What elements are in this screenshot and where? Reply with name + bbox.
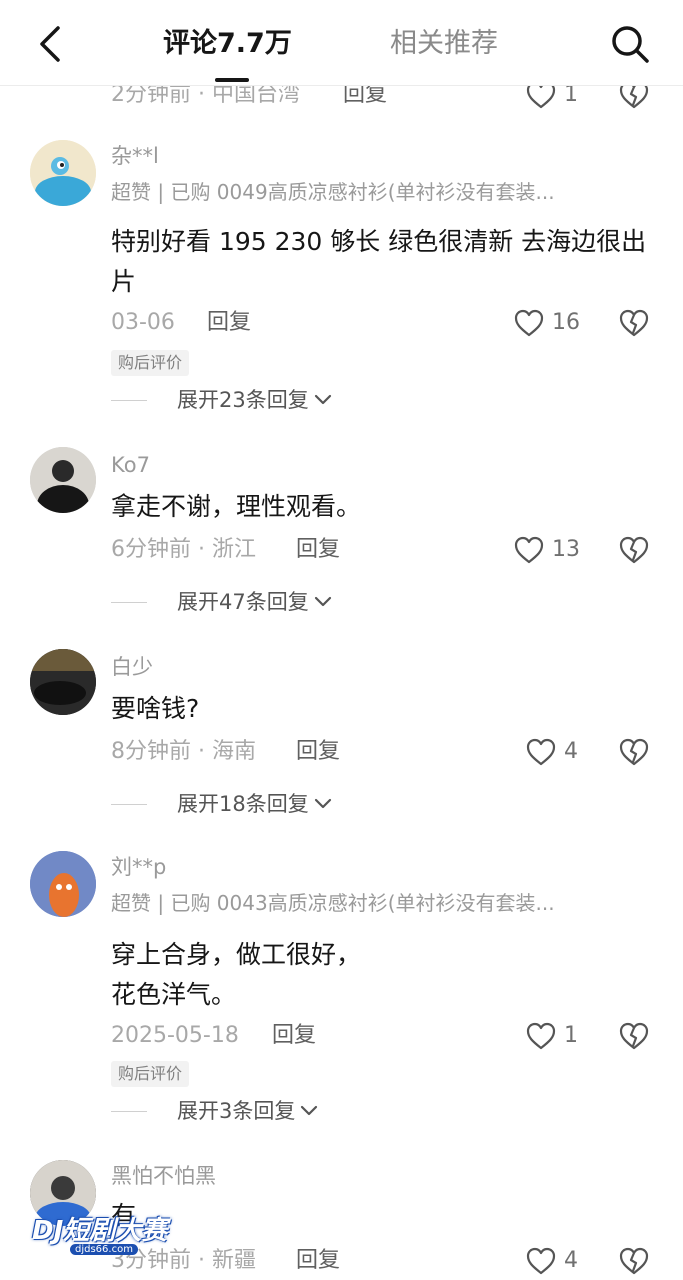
expand-replies-label: 展开47条回复 [177, 590, 309, 614]
heart-icon [514, 536, 544, 564]
watermark-url: djds66.com [70, 1244, 138, 1255]
watermark-text: DJ短剧大赛 [32, 1216, 168, 1246]
like-count: 4 [564, 1248, 578, 1273]
comment-meta: 8分钟前 · 海南 [111, 739, 256, 764]
chevron-down-icon [314, 394, 331, 405]
broken-heart-icon[interactable] [619, 308, 649, 338]
comment-text: 要啥钱? [111, 694, 200, 723]
like-button[interactable]: 16 [514, 308, 580, 338]
comment-text-line: 花色洋气。 [111, 980, 237, 1009]
divider [111, 399, 147, 401]
purchase-info[interactable]: 超赞 | 已购 0049高质凉感衬衫(单衬衫没有套装... [111, 178, 631, 206]
back-button[interactable] [28, 22, 72, 66]
username[interactable]: 杂**l [111, 142, 159, 170]
avatar-image [30, 447, 96, 513]
comment-text: 特别好看 195 230 够长 绿色很清新 去海边很出片 [111, 227, 647, 296]
after-purchase-badge: 购后评价 [111, 1061, 190, 1087]
back-arrow-icon [40, 26, 60, 62]
avatar-image [30, 851, 96, 917]
expand-replies-label: 展开3条回复 [177, 1099, 296, 1123]
avatar[interactable] [30, 140, 96, 206]
search-icon [612, 26, 649, 63]
top-bar: 评论7.7万 相关推荐 [0, 0, 683, 86]
expand-replies-button[interactable]: 展开18条回复 [111, 789, 333, 819]
avatar-image [30, 649, 96, 715]
like-count: 4 [564, 739, 578, 764]
comment-text: 有 [111, 1201, 137, 1230]
like-count: 1 [564, 1023, 578, 1048]
username[interactable]: 白少 [111, 653, 153, 681]
heart-icon [526, 738, 556, 766]
broken-heart-icon[interactable] [619, 1246, 649, 1276]
comment-meta: 03-06 [111, 310, 175, 335]
comment-text: 拿走不谢，理性观看。 [111, 492, 362, 521]
reply-button[interactable]: 回复 [296, 535, 340, 565]
expand-replies-button[interactable]: 展开47条回复 [111, 587, 333, 617]
reply-button[interactable]: 回复 [296, 737, 340, 767]
heart-icon [514, 309, 544, 337]
expand-replies-label: 展开18条回复 [177, 792, 309, 816]
username[interactable]: Ko7 [111, 451, 150, 479]
chevron-down-icon [314, 798, 331, 809]
like-button[interactable]: 4 [526, 1246, 578, 1276]
username[interactable]: 刘**p [111, 853, 166, 881]
like-count: 13 [552, 537, 580, 562]
divider [111, 1110, 147, 1112]
purchase-info[interactable]: 超赞 | 已购 0043高质凉感衬衫(单衬衫没有套装... [111, 889, 631, 917]
watermark-logo: DJ短剧大赛 djds66.com [14, 1206, 174, 1262]
heart-icon [526, 1022, 556, 1050]
active-tab-indicator [215, 78, 249, 82]
username[interactable]: 黑怕不怕黑 [111, 1162, 216, 1190]
like-count: 16 [552, 310, 580, 335]
reply-button[interactable]: 回复 [207, 308, 251, 338]
avatar[interactable] [30, 447, 96, 513]
reply-button[interactable]: 回复 [272, 1021, 316, 1051]
like-button[interactable]: 1 [526, 1021, 578, 1051]
broken-heart-icon[interactable] [619, 1021, 649, 1051]
reply-button[interactable]: 回复 [296, 1246, 340, 1276]
tab-related[interactable]: 相关推荐 [390, 24, 498, 64]
search-button[interactable] [606, 20, 654, 68]
divider [111, 803, 147, 805]
broken-heart-icon[interactable] [619, 535, 649, 565]
tab-comments[interactable]: 评论7.7万 [163, 24, 292, 64]
comment-meta: 6分钟前 · 浙江 [111, 537, 256, 562]
chevron-down-icon [301, 1105, 318, 1116]
broken-heart-icon[interactable] [619, 737, 649, 767]
divider [111, 601, 147, 603]
after-purchase-badge: 购后评价 [111, 350, 190, 376]
chevron-down-icon [314, 596, 331, 607]
comment-text-line: 穿上合身，做工很好， [111, 940, 362, 969]
comment-text: 穿上合身，做工很好， 花色洋气。 [111, 935, 656, 1015]
avatar[interactable] [30, 649, 96, 715]
heart-icon [526, 1247, 556, 1275]
avatar[interactable] [30, 851, 96, 917]
like-button[interactable]: 4 [526, 737, 578, 767]
expand-replies-label: 展开23条回复 [177, 388, 309, 412]
comment-meta: 2025-05-18 [111, 1023, 239, 1048]
avatar-image [30, 140, 96, 206]
expand-replies-button[interactable]: 展开3条回复 [111, 1096, 319, 1126]
like-button[interactable]: 13 [514, 535, 580, 565]
expand-replies-button[interactable]: 展开23条回复 [111, 385, 333, 415]
